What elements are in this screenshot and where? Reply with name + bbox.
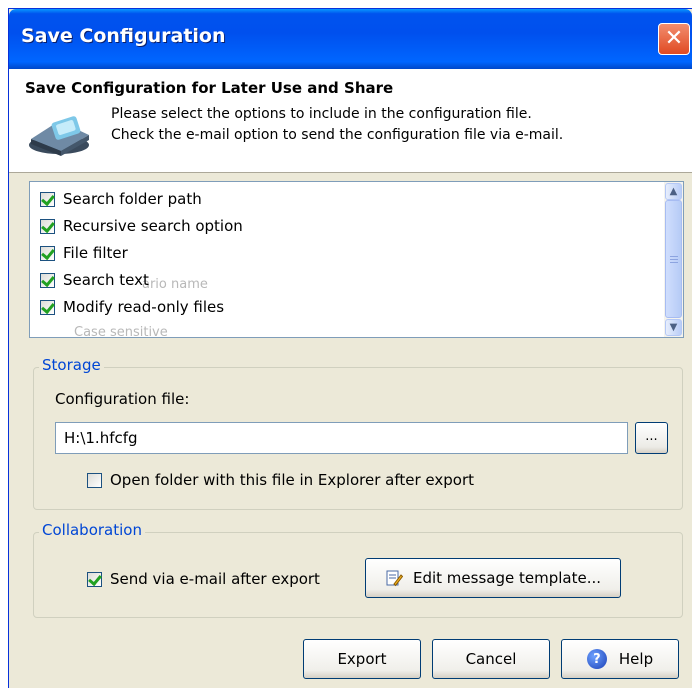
vertical-scrollbar[interactable]: ▲ ▼: [664, 182, 683, 337]
edit-message-template-button[interactable]: Edit message template...: [365, 558, 621, 598]
configuration-file-input[interactable]: [55, 422, 628, 454]
configuration-icon: [29, 116, 89, 156]
save-configuration-dialog: Save Configuration ✕ Save Configuration …: [8, 8, 692, 688]
option-checkbox[interactable]: [40, 299, 55, 315]
header-description-line-1: Please select the options to include in …: [111, 106, 532, 122]
option-label: Recursive search option: [63, 217, 243, 235]
dialog-header: Save Configuration for Later Use and Sha…: [9, 69, 692, 173]
send-email-checkbox[interactable]: [87, 571, 102, 587]
option-checkbox[interactable]: [40, 272, 55, 288]
list-item[interactable]: Recursive search option: [40, 215, 243, 237]
option-label: Modify read-only files: [63, 298, 225, 316]
scroll-down-icon: ▼: [669, 322, 678, 333]
scroll-thumb[interactable]: [665, 200, 682, 318]
open-folder-checkbox[interactable]: [87, 472, 102, 488]
edit-message-template-label: Edit message template...: [412, 569, 601, 587]
options-checklist[interactable]: Search folder path Recursive search opti…: [29, 181, 684, 338]
help-label: Help: [618, 650, 654, 668]
header-description-line-2: Check the e-mail option to send the conf…: [111, 127, 564, 143]
help-icon: ?: [586, 649, 607, 669]
list-item[interactable]: Search folder path: [40, 188, 202, 210]
option-checkbox[interactable]: [40, 191, 55, 207]
open-folder-label: Open folder with this file in Explorer a…: [110, 471, 474, 489]
send-email-option[interactable]: Send via e-mail after export: [87, 570, 320, 588]
list-item[interactable]: Search text: [40, 269, 149, 291]
window-title: Save Configuration: [21, 25, 226, 47]
option-checkbox[interactable]: [40, 245, 55, 261]
option-label: File filter: [63, 244, 128, 262]
header-title: Save Configuration for Later Use and Sha…: [25, 79, 394, 97]
help-button[interactable]: ? Help: [561, 639, 679, 679]
list-item[interactable]: File filter: [40, 242, 128, 264]
option-label: Search text: [63, 271, 149, 289]
send-email-label: Send via e-mail after export: [110, 570, 320, 588]
title-bar[interactable]: Save Configuration ✕: [9, 9, 692, 69]
close-button[interactable]: ✕: [658, 23, 690, 55]
scroll-down-button[interactable]: ▼: [665, 319, 682, 336]
cancel-button[interactable]: Cancel: [432, 639, 550, 679]
collaboration-group-label: Collaboration: [39, 521, 145, 539]
scroll-up-icon: ▲: [669, 186, 678, 197]
edit-document-icon: [386, 570, 403, 587]
ghost-text: ario name: [142, 277, 208, 292]
option-checkbox[interactable]: [40, 218, 55, 234]
export-button[interactable]: Export: [303, 639, 421, 679]
option-label: Search folder path: [63, 190, 202, 208]
configuration-file-label: Configuration file:: [55, 390, 190, 408]
scroll-up-button[interactable]: ▲: [665, 183, 682, 200]
browse-button[interactable]: ...: [635, 422, 668, 454]
storage-group-label: Storage: [39, 356, 104, 374]
close-icon: ✕: [664, 26, 684, 51]
ghost-text: Case sensitive: [74, 325, 168, 338]
open-folder-option[interactable]: Open folder with this file in Explorer a…: [87, 471, 474, 489]
list-item[interactable]: Modify read-only files: [40, 296, 224, 318]
